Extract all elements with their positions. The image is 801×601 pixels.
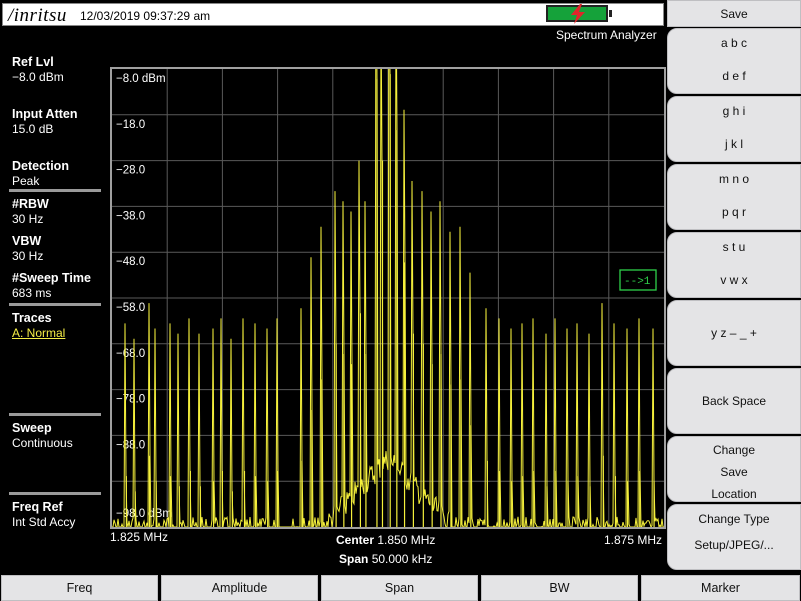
center-label: Center: [336, 533, 375, 547]
y-tick-label: −48.0: [116, 256, 145, 268]
softkey-label: p q r: [721, 205, 746, 219]
param-value: Continuous: [12, 436, 73, 450]
softkey-abc-def[interactable]: a b c d e f: [667, 28, 801, 94]
param-input-atten: Input Atten 15.0 dB: [12, 107, 78, 136]
spectrum-graph[interactable]: −8.0 dBm −18.0 −28.0 −38.0 −48.0 −58.0 −68.0 −7…: [110, 67, 666, 529]
menu-marker-button[interactable]: Marker: [641, 575, 800, 601]
y-tick-label: −88.0: [116, 439, 145, 451]
brand-logo: /inritsu: [8, 5, 67, 26]
y-tick-label: −18.0: [116, 119, 145, 131]
divider: [9, 303, 101, 306]
y-tick-label-ref: −8.0 dBm: [116, 73, 166, 85]
param-value: 683 ms: [12, 286, 52, 300]
param-value: 30 Hz: [12, 212, 44, 226]
param-label: Ref Lvl: [12, 55, 54, 69]
softkey-change-type[interactable]: Change Type Setup/JPEG/...: [667, 504, 801, 570]
softkey-label: y z – _ +: [711, 326, 757, 340]
y-tick-label: −38.0: [116, 210, 145, 222]
param-value: 15.0 dB: [12, 122, 54, 136]
param-label: #RBW: [12, 197, 49, 211]
softkey-label: a b c: [720, 36, 747, 50]
param-sweep-time: #Sweep Time 683 ms: [12, 271, 91, 300]
softkey-stu-vwx[interactable]: s t u v w x: [667, 232, 801, 298]
center-value: 1.850 MHz: [377, 533, 436, 547]
softkey-label: Back Space: [701, 394, 767, 408]
softkey-label: s t u: [722, 240, 746, 254]
param-label: Input Atten: [12, 107, 78, 121]
param-label: VBW: [12, 234, 42, 248]
span-value: 50.000 kHz: [371, 552, 433, 566]
softkey-save[interactable]: Save: [667, 0, 801, 27]
softkey-change-save-location[interactable]: Change Save Location: [667, 436, 801, 502]
param-traces: Traces A: Normal: [12, 311, 65, 340]
param-sweep: Sweep Continuous: [12, 421, 73, 450]
param-label: Traces: [12, 311, 52, 325]
date-time: 12/03/2019 09:37:29 am: [80, 9, 211, 23]
param-label: Freq Ref: [12, 500, 63, 514]
stop-frequency: 1.875 MHz: [604, 533, 663, 547]
status-bar: /inritsu 12/03/2019 09:37:29 am: [0, 0, 666, 28]
param-value: Peak: [12, 174, 40, 188]
softkey-label: Setup/JPEG/...: [694, 538, 774, 552]
menu-freq-button[interactable]: Freq: [1, 575, 158, 601]
divider: [9, 189, 101, 192]
center-frequency: Center 1.850 MHz: [336, 533, 435, 547]
divider: [9, 492, 101, 495]
y-tick-label: −58.0: [116, 302, 145, 314]
param-value: 30 Hz: [12, 249, 44, 263]
param-label: Detection: [12, 159, 69, 173]
y-tick-label: −68.0: [116, 348, 145, 360]
softkey-label: Save: [720, 7, 748, 21]
menu-amplitude-button[interactable]: Amplitude: [161, 575, 318, 601]
y-tick-label: −28.0: [116, 165, 145, 177]
softkey-label: d e f: [722, 69, 746, 83]
softkey-label: j k l: [725, 137, 743, 151]
param-label: Sweep: [12, 421, 52, 435]
softkey-yz-symbols[interactable]: y z – _ +: [667, 300, 801, 366]
softkey-label: v w x: [720, 273, 748, 287]
param-ref-level: Ref Lvl −8.0 dBm: [12, 55, 64, 84]
mode-title: Spectrum Analyzer: [556, 28, 657, 42]
param-label: #Sweep Time: [12, 271, 91, 285]
divider: [9, 413, 101, 416]
spectrum-plot: −8.0 dBm −18.0 −28.0 −38.0 −48.0 −58.0 −68.0 −7…: [112, 69, 664, 527]
softkey-ghi-jkl[interactable]: g h i j k l: [667, 96, 801, 162]
menu-span-button[interactable]: Span: [321, 575, 478, 601]
y-tick-label: −78.0: [116, 394, 145, 406]
param-detection: Detection Peak: [12, 159, 69, 188]
traces-link[interactable]: A: Normal: [12, 326, 65, 340]
start-frequency: 1.825 MHz: [110, 530, 169, 544]
marker-flag-text: -->1: [624, 276, 651, 288]
battery-tip-icon: [609, 10, 612, 17]
softkey-label: Change: [712, 443, 756, 457]
softkey-label: Change Type: [698, 512, 770, 526]
softkey-back-space[interactable]: Back Space: [667, 368, 801, 434]
param-vbw: VBW 30 Hz: [12, 234, 43, 263]
param-value: Int Std Accy: [12, 515, 76, 529]
span-label: Span: [339, 552, 369, 566]
softkey-mno-pqr[interactable]: m n o p q r: [667, 164, 801, 230]
marker-group: -->1: [619, 269, 657, 291]
softkey-label: Save: [720, 465, 748, 479]
menu-bw-button[interactable]: BW: [481, 575, 638, 601]
span-readout: Span 50.000 kHz: [339, 552, 432, 566]
lightning-bolt-icon: [571, 4, 585, 24]
softkey-label: m n o: [718, 172, 749, 186]
param-freq-ref: Freq Ref Int Std Accy: [12, 500, 75, 529]
param-rbw: #RBW 30 Hz: [12, 197, 49, 226]
softkey-label: g h i: [722, 104, 746, 118]
param-value: −8.0 dBm: [12, 70, 64, 84]
softkey-label: Location: [711, 487, 757, 501]
